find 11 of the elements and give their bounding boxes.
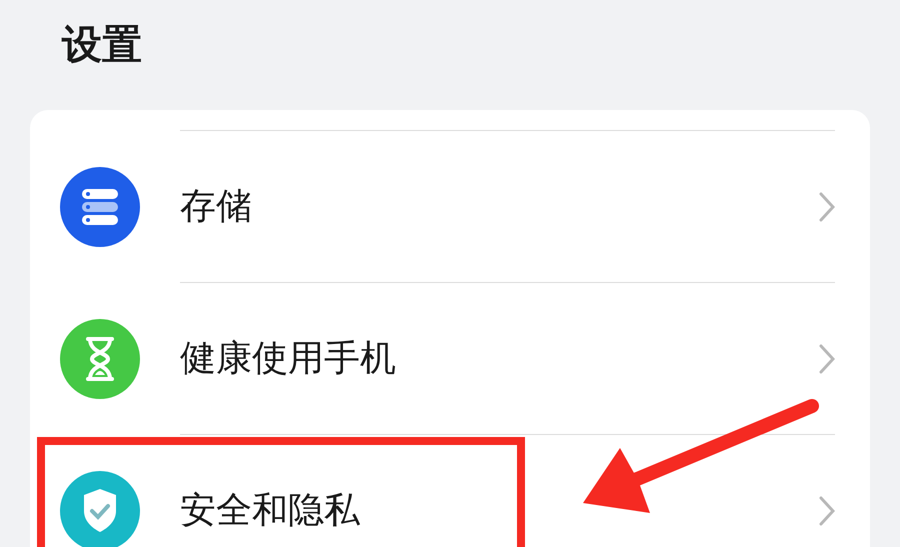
chevron-icon (819, 496, 835, 526)
item-label: 健康使用手机 (180, 336, 397, 380)
item-label: 存储 (180, 184, 253, 228)
chevron-icon (819, 192, 835, 222)
page-title: 设置 (60, 21, 142, 70)
hourglass-icon (60, 318, 140, 398)
settings-item[interactable]: 存储 (30, 131, 870, 282)
chevron-icon (819, 344, 835, 374)
item-label: 安全和隐私 (180, 488, 361, 532)
settings-item[interactable]: 健康使用手机 (30, 283, 870, 434)
storage-icon (60, 166, 140, 246)
